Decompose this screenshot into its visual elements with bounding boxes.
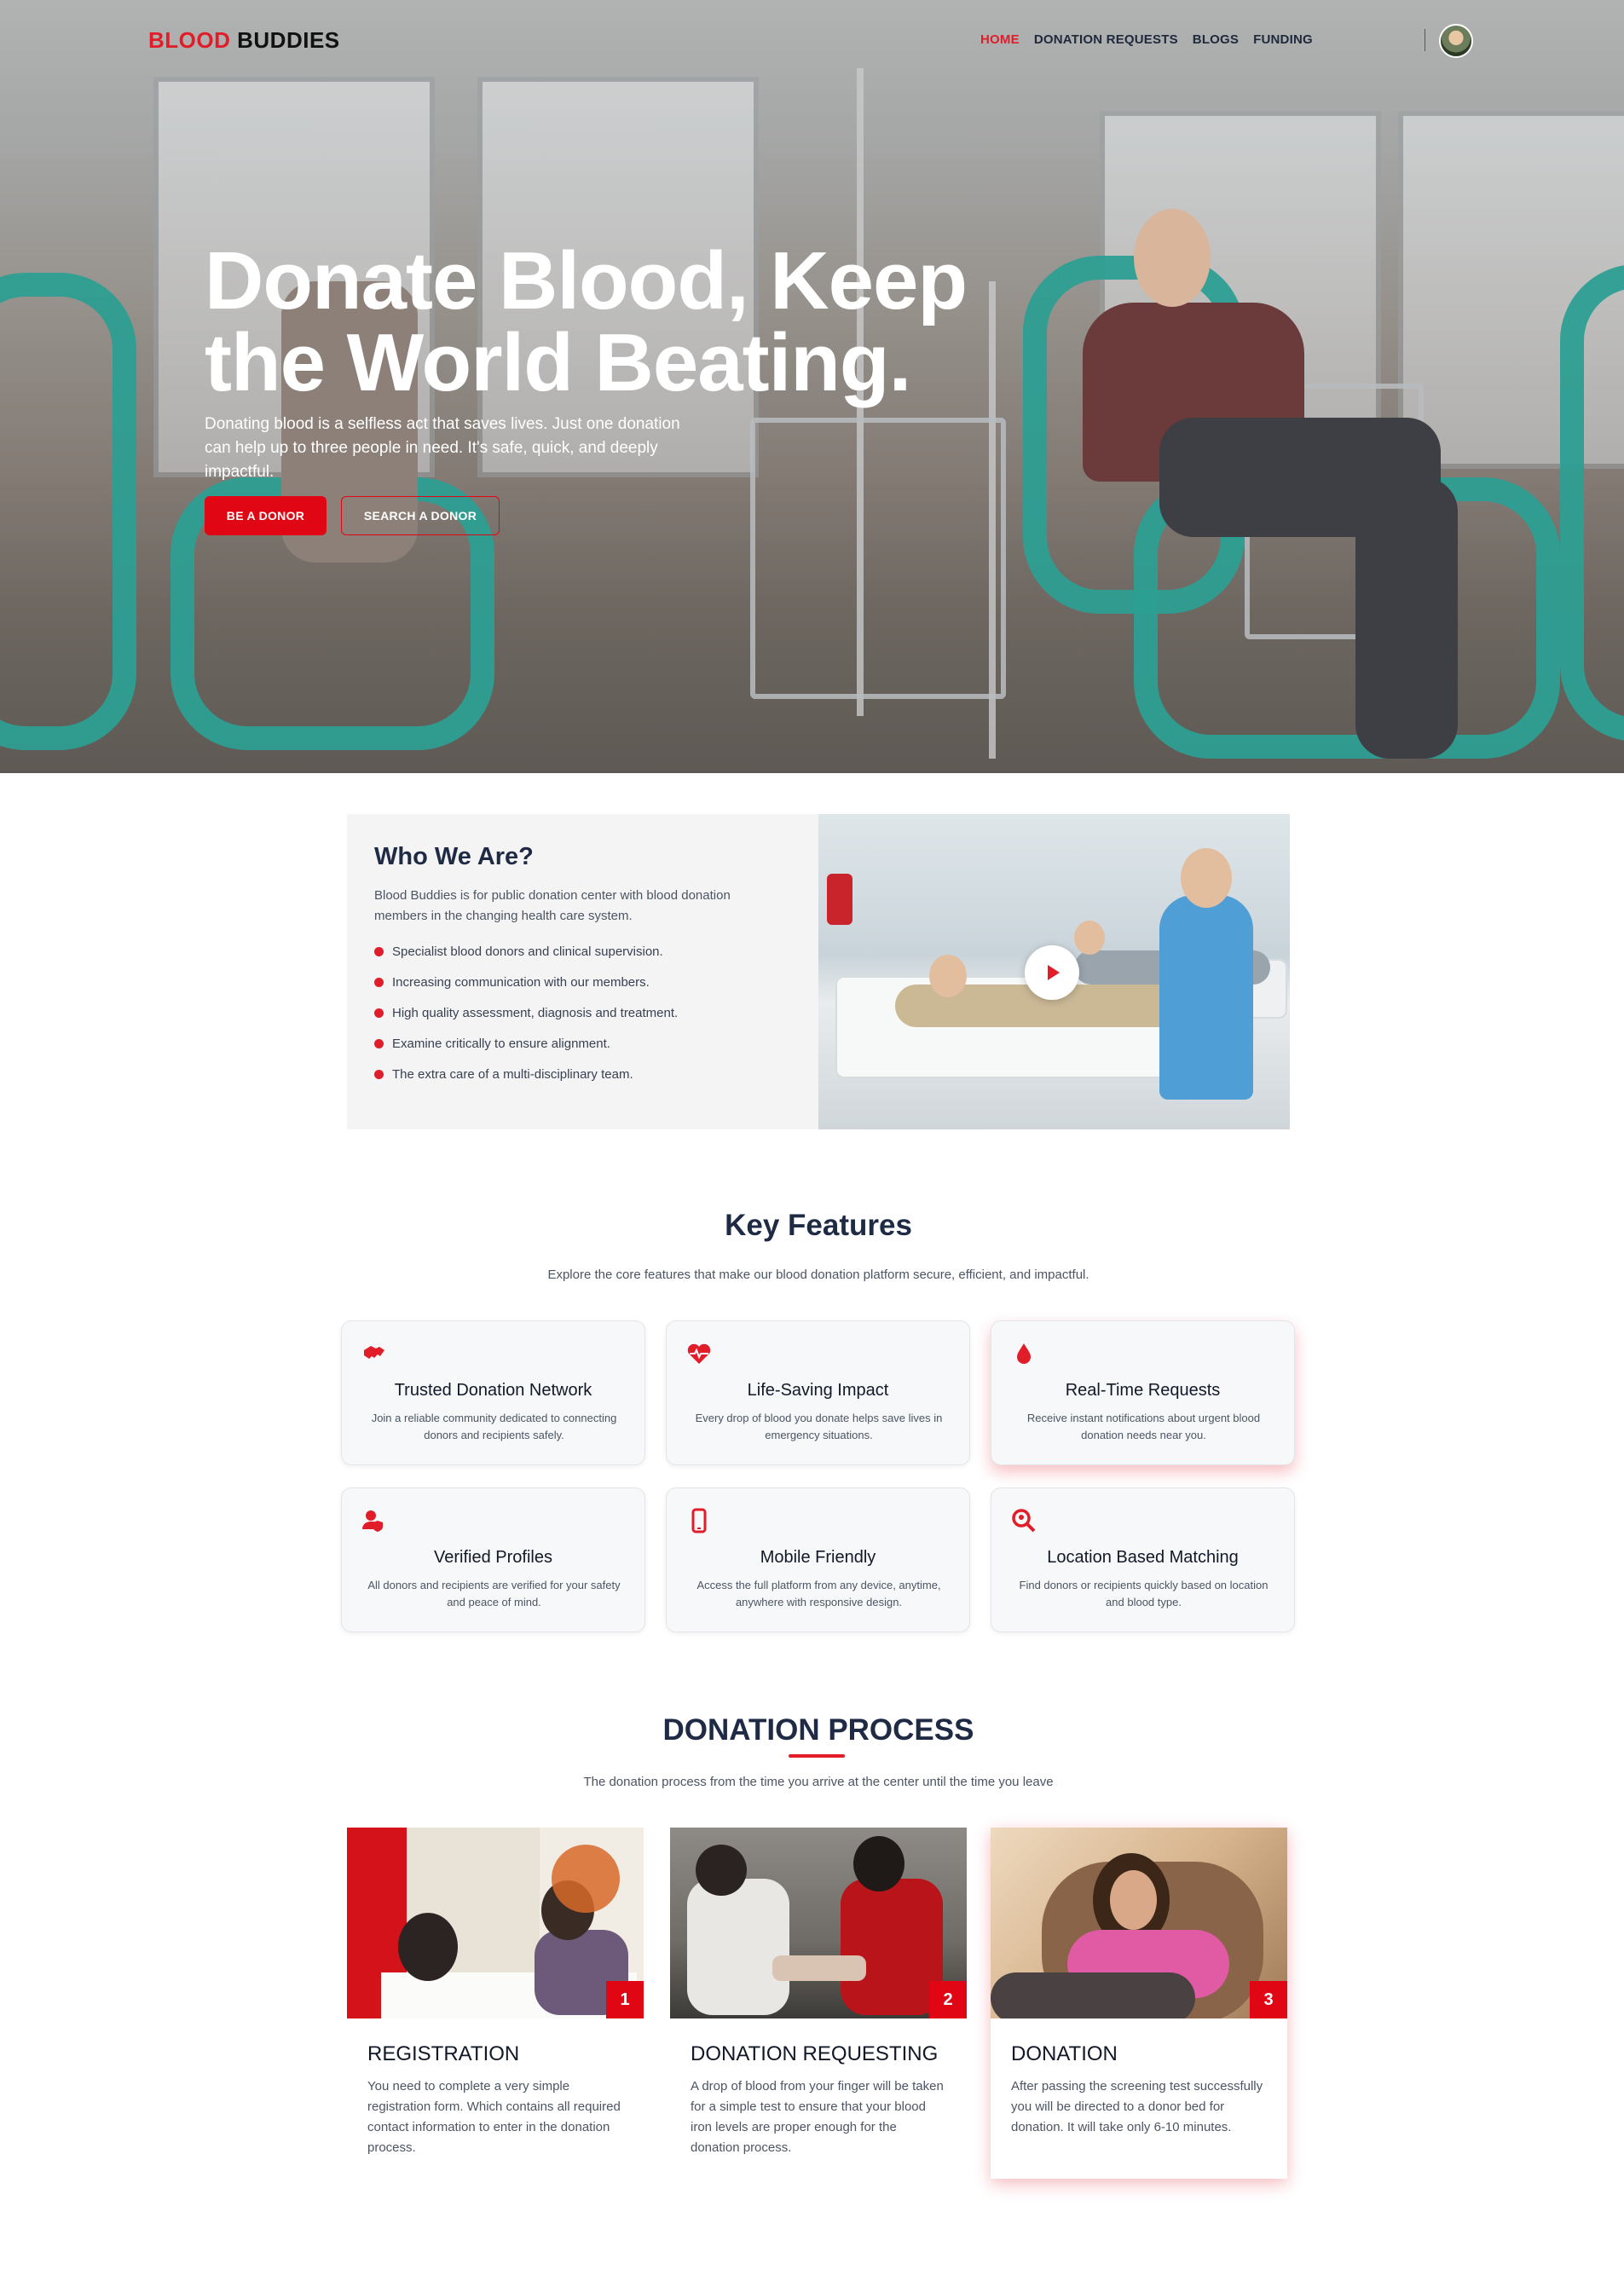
donation-photo: 3 <box>991 1828 1287 2018</box>
feature-desc: Find donors or recipients quickly based … <box>1019 1579 1269 1608</box>
feature-title: Trusted Donation Network <box>394 1381 592 1400</box>
process-step-card[interactable]: 3 DONATION After passing the screening t… <box>991 1828 1287 2179</box>
list-item: Specialist blood donors and clinical sup… <box>374 944 678 975</box>
feature-desc: Access the full platform from any device… <box>696 1579 941 1608</box>
process-title: DONATION PROCESS <box>662 1713 974 1747</box>
nav-donation-requests[interactable]: DONATION REQUESTS <box>1034 32 1178 47</box>
hero-title: Donate Blood, Keep the World Beating. <box>205 235 968 408</box>
step-number-badge: 2 <box>929 1981 967 2018</box>
step-title: DONATION <box>1011 2042 1118 2065</box>
donation-requesting-photo: 2 <box>670 1828 967 2018</box>
who-we-are-section: Who We Are? Blood Buddies is for public … <box>347 814 1290 1129</box>
feature-card[interactable]: Life-Saving Impact Every drop of blood y… <box>666 1320 970 1465</box>
play-icon <box>1048 965 1060 980</box>
search-a-donor-button[interactable]: SEARCH A DONOR <box>341 496 500 535</box>
user-avatar[interactable] <box>1439 24 1473 58</box>
features-title: Key Features <box>725 1209 912 1242</box>
feature-title: Verified Profiles <box>434 1548 552 1567</box>
bullet-dot-icon <box>374 1008 384 1018</box>
bullet-dot-icon <box>374 1039 384 1048</box>
hero-subtitle: Donating blood is a selfless act that sa… <box>205 415 680 481</box>
step-title: DONATION REQUESTING <box>691 2042 939 2065</box>
user-shield-icon <box>362 1510 383 1532</box>
handshake-icon <box>364 1346 384 1359</box>
feature-desc: Receive instant notifications about urge… <box>1026 1412 1261 1441</box>
feature-card[interactable]: Mobile Friendly Access the full platform… <box>666 1487 970 1632</box>
feature-card[interactable]: Trusted Donation Network Join a reliable… <box>341 1320 645 1465</box>
step-number-badge: 3 <box>1250 1981 1287 2018</box>
top-navbar: BLOOD BUDDIES HOME DONATION REQUESTS BLO… <box>0 0 1624 82</box>
feature-desc: All donors and recipients are verified f… <box>367 1579 621 1608</box>
point-text: Examine critically to ensure alignment. <box>392 1037 610 1051</box>
blood-bag-icon <box>827 874 852 925</box>
registration-photo: 1 <box>347 1828 644 2018</box>
list-item: Increasing communication with our member… <box>374 975 678 1006</box>
feature-card[interactable]: Location Based Matching Find donors or r… <box>991 1487 1295 1632</box>
be-a-donor-button[interactable]: BE A DONOR <box>205 496 327 535</box>
list-item: The extra care of a multi-disciplinary t… <box>374 1067 678 1098</box>
feature-title: Mobile Friendly <box>760 1548 876 1567</box>
heartbeat-icon <box>687 1343 711 1364</box>
process-subtitle: The donation process from the time you a… <box>583 1775 1054 1789</box>
brand-logo-part1: BLOOD <box>148 27 231 53</box>
who-description: Blood Buddies is for public donation cen… <box>374 888 731 923</box>
process-step-card[interactable]: 1 REGISTRATION You need to complete a ve… <box>347 1828 644 2169</box>
features-subtitle: Explore the core features that make our … <box>547 1268 1089 1282</box>
process-step-card[interactable]: 2 DONATION REQUESTING A drop of blood fr… <box>670 1828 967 2169</box>
who-points-list: Specialist blood donors and clinical sup… <box>374 944 678 1098</box>
feature-title: Life-Saving Impact <box>747 1381 889 1400</box>
process-title-underline <box>789 1754 845 1758</box>
who-video-thumbnail[interactable] <box>818 814 1290 1129</box>
brand-logo[interactable]: BLOOD BUDDIES <box>148 27 340 54</box>
hero-section: BLOOD BUDDIES HOME DONATION REQUESTS BLO… <box>0 0 1624 773</box>
step-number-badge: 1 <box>606 1981 644 2018</box>
list-item: Examine critically to ensure alignment. <box>374 1037 678 1067</box>
blood-drop-icon <box>1017 1343 1031 1364</box>
bullet-dot-icon <box>374 947 384 956</box>
nav-blogs[interactable]: BLOGS <box>1193 32 1239 47</box>
point-text: The extra care of a multi-disciplinary t… <box>392 1067 633 1082</box>
step-desc: You need to complete a very simple regis… <box>367 2079 621 2155</box>
bullet-dot-icon <box>374 1070 384 1079</box>
nav-menu: HOME DONATION REQUESTS BLOGS FUNDING <box>980 32 1313 47</box>
feature-title: Real-Time Requests <box>1065 1381 1221 1400</box>
who-title: Who We Are? <box>374 843 534 870</box>
step-desc: After passing the screening test success… <box>1011 2079 1263 2134</box>
nav-funding[interactable]: FUNDING <box>1253 32 1313 47</box>
point-text: High quality assessment, diagnosis and t… <box>392 1006 679 1020</box>
feature-card[interactable]: Real-Time Requests Receive instant notif… <box>991 1320 1295 1465</box>
point-text: Increasing communication with our member… <box>392 975 650 990</box>
search-location-icon <box>1012 1509 1036 1533</box>
feature-desc: Join a reliable community dedicated to c… <box>371 1412 617 1441</box>
play-video-button[interactable] <box>1025 945 1079 1000</box>
feature-title: Location Based Matching <box>1047 1548 1239 1567</box>
nav-home[interactable]: HOME <box>980 32 1020 47</box>
mobile-icon <box>691 1508 707 1533</box>
step-desc: A drop of blood from your finger will be… <box>691 2079 944 2155</box>
step-title: REGISTRATION <box>367 2042 520 2065</box>
bullet-dot-icon <box>374 978 384 987</box>
brand-logo-part2: BUDDIES <box>237 27 340 53</box>
list-item: High quality assessment, diagnosis and t… <box>374 1006 678 1037</box>
point-text: Specialist blood donors and clinical sup… <box>392 944 663 959</box>
feature-card[interactable]: Verified Profiles All donors and recipie… <box>341 1487 645 1632</box>
feature-desc: Every drop of blood you donate helps sav… <box>695 1412 943 1441</box>
